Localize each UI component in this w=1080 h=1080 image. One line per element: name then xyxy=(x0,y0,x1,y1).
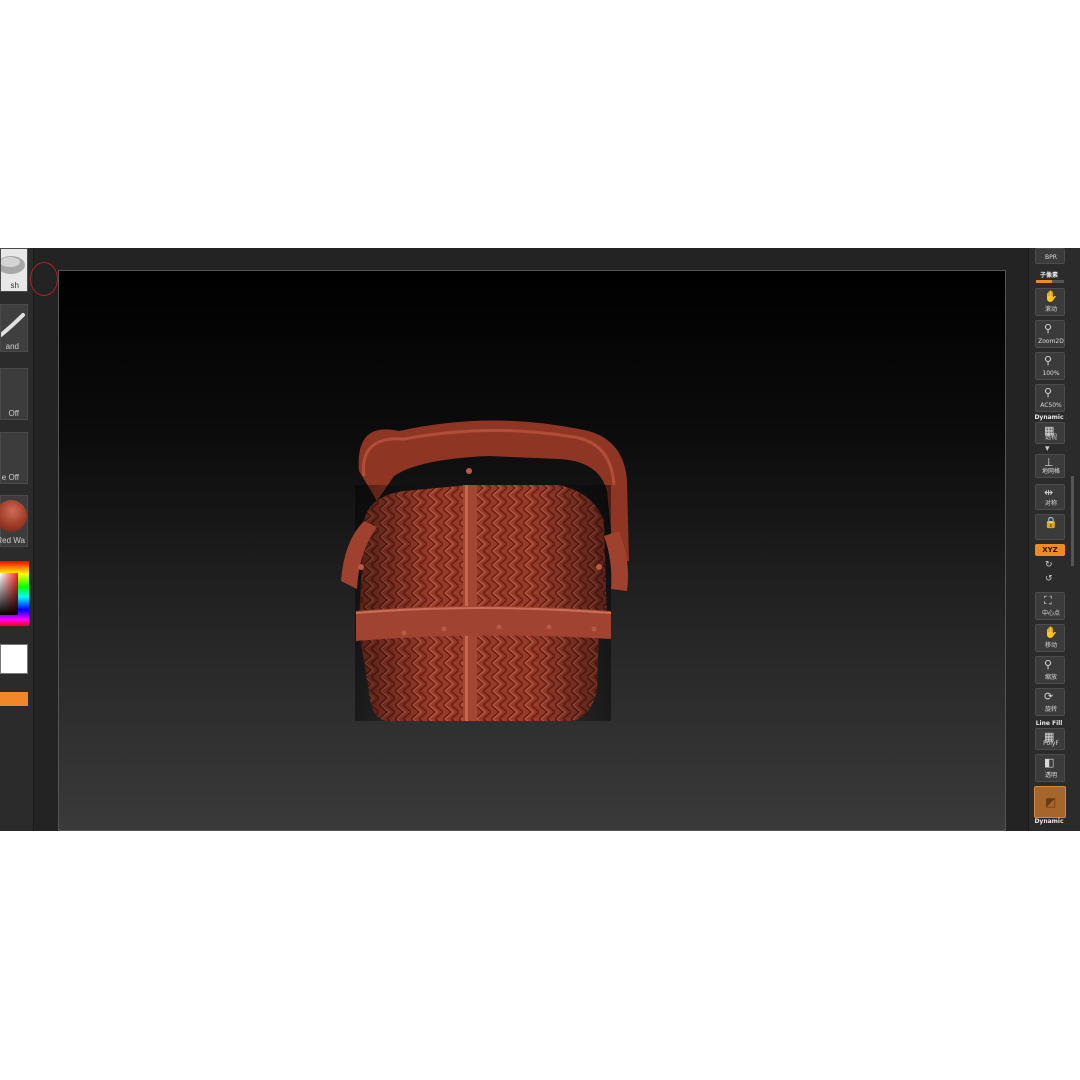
scale-button[interactable]: ⚲ 缩放 xyxy=(1035,656,1065,684)
polyframe-button[interactable]: ▦ PolyF xyxy=(1035,728,1065,750)
armor-model xyxy=(341,420,629,721)
floor-grid-button[interactable]: ⊥ 地网格 xyxy=(1035,454,1065,478)
stroke-icon xyxy=(1,313,25,337)
scale-label: 缩放 xyxy=(1044,674,1057,681)
local-symmetry-button[interactable]: ⇹ 对称 xyxy=(1035,484,1065,510)
rotate-label: 旋转 xyxy=(1044,706,1057,713)
magnifier-icon: ⚲ xyxy=(1044,386,1053,399)
zbrush-window: sh and Off e Off Red Wa xyxy=(0,248,1080,831)
ghost-button[interactable]: ◩ xyxy=(1034,786,1066,818)
alpha-selector[interactable]: Off xyxy=(0,368,28,420)
texture-selector[interactable]: e Off xyxy=(0,432,28,484)
actual-size-button[interactable]: ⚲ 100% xyxy=(1035,352,1065,380)
floor-label: 地网格 xyxy=(1041,468,1060,475)
color-value-overlay xyxy=(0,573,18,615)
scroll-label: 滚动 xyxy=(1044,306,1057,313)
shelf-scrollbar[interactable] xyxy=(1071,476,1074,566)
zoom2d-button[interactable]: ⚲ Zoom2D xyxy=(1035,320,1065,348)
hand-icon: ✋ xyxy=(1044,626,1058,639)
lock-icon: 🔒 xyxy=(1044,516,1058,529)
transparency-icon: ◧ xyxy=(1044,756,1055,769)
frame-button[interactable]: ⛶ 中心点 xyxy=(1035,592,1065,620)
chevron-down-icon: ▾ xyxy=(1045,444,1050,454)
material-selector[interactable]: Red Wa xyxy=(0,495,28,547)
xyz-rotate-button[interactable]: XYZ xyxy=(1035,544,1065,556)
stroke-selector[interactable]: and xyxy=(0,304,28,352)
frame-icon: ⛶ xyxy=(1044,594,1052,607)
antialiased-half-label: AC50% xyxy=(1040,402,1062,409)
bpr-label: BPR xyxy=(1045,254,1057,261)
scroll-button[interactable]: ✋ 滚动 xyxy=(1035,288,1065,316)
dynamic-label: Dynamic xyxy=(1034,414,1064,421)
xyz-label: XYZ xyxy=(1042,546,1058,554)
y-rotate-icon[interactable]: ↻ xyxy=(1045,560,1053,570)
z-rotate-icon[interactable]: ↺ xyxy=(1045,574,1053,584)
alpha-label: Off xyxy=(8,409,19,418)
move-label: 移动 xyxy=(1044,642,1057,649)
subpixel-slider-fill xyxy=(1036,280,1052,283)
bpr-button[interactable]: BPR xyxy=(1035,248,1065,264)
color-picker[interactable] xyxy=(0,561,29,626)
main-color-swatch[interactable] xyxy=(0,644,28,674)
local-symmetry-label: 对称 xyxy=(1044,500,1057,507)
magnifier-icon: ⚲ xyxy=(1044,658,1053,671)
frame-label: 中心点 xyxy=(1041,610,1060,617)
zoom2d-label: Zoom2D xyxy=(1038,338,1064,345)
perspective-label: 透视 xyxy=(1044,434,1057,441)
dynamic-label-2: Dynamic xyxy=(1034,818,1064,825)
right-view-shelf: BPR 子像素 ✋ 滚动 ⚲ Zoom2D ⚲ 100% ⚲ AC50% Dyn… xyxy=(1028,248,1080,831)
subpixel-slider[interactable] xyxy=(1036,280,1064,283)
stroke-label: and xyxy=(5,342,19,351)
polyframe-label: PolyF xyxy=(1043,740,1059,747)
material-sphere-icon xyxy=(0,500,27,532)
brush-cursor-ring xyxy=(30,262,58,296)
antialiased-half-button[interactable]: ⚲ AC50% xyxy=(1035,384,1065,412)
symmetry-arrows-icon: ⇹ xyxy=(1044,486,1054,499)
lock-button[interactable]: 🔒 xyxy=(1035,514,1065,540)
brush-icon xyxy=(1,256,25,274)
actual-size-label: 100% xyxy=(1042,370,1060,377)
material-label: Red Wa xyxy=(0,536,25,545)
brush-label: sh xyxy=(10,281,19,290)
ghost-icon: ◩ xyxy=(1045,795,1057,809)
subpixel-label: 子像素 xyxy=(1039,272,1058,279)
perspective-button[interactable]: ▦ 透视 xyxy=(1035,422,1065,444)
magnifier-icon: ⚲ xyxy=(1044,354,1053,367)
texture-label: e Off xyxy=(1,473,19,482)
brush-selector[interactable]: sh xyxy=(0,248,28,292)
transparency-label: 透明 xyxy=(1044,772,1057,779)
magnifier-icon: ⚲ xyxy=(1044,322,1053,335)
left-tool-shelf: sh and Off e Off Red Wa xyxy=(0,248,34,831)
move-button[interactable]: ✋ 移动 xyxy=(1035,624,1065,652)
rotate-button[interactable]: ⟳ 旋转 xyxy=(1035,688,1065,716)
line-fill-label: Line Fill xyxy=(1035,720,1063,727)
transparency-button[interactable]: ◧ 透明 xyxy=(1035,754,1065,782)
hand-icon: ✋ xyxy=(1044,290,1058,303)
document-canvas[interactable] xyxy=(58,270,1006,831)
rotate-icon: ⟳ xyxy=(1044,690,1054,703)
secondary-color-swatch[interactable] xyxy=(0,692,28,706)
